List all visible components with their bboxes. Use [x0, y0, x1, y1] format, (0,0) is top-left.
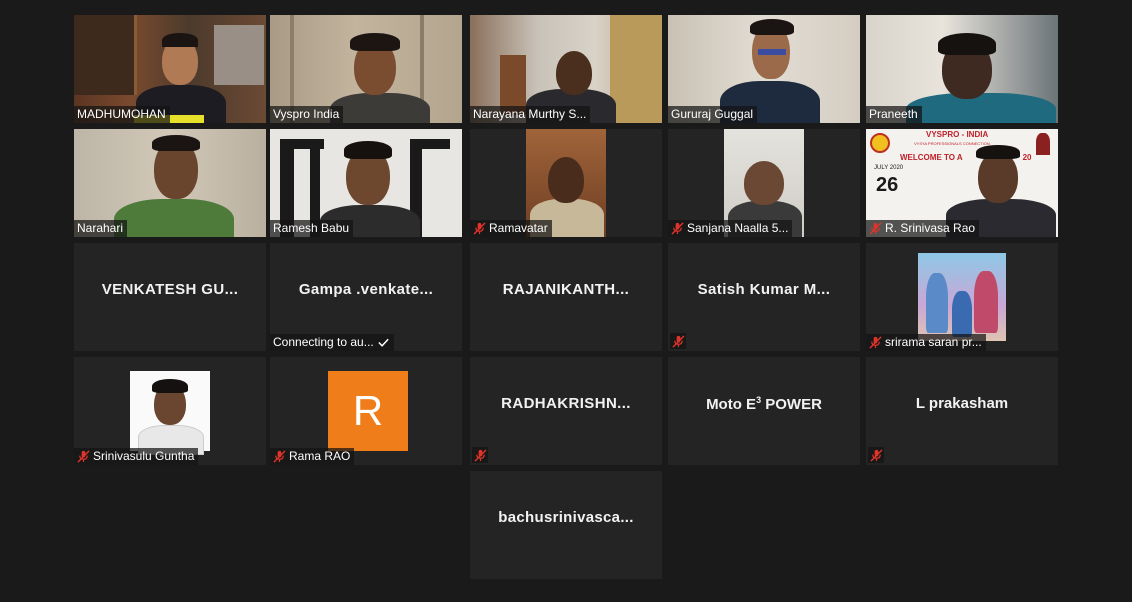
participant-name-label: Sanjana Naalla 5... [668, 220, 793, 237]
video-tile-gampa-venkatesh[interactable]: Gampa .venkate... Connecting to au... [270, 243, 462, 351]
video-tile-srirama-saran[interactable]: srirama saran pr... [866, 243, 1058, 351]
checkmark-icon [378, 338, 389, 347]
logo-emblem-icon [870, 133, 890, 153]
video-tile-narahari[interactable]: Narahari [74, 129, 266, 237]
participant-name-label: Narahari [74, 220, 128, 237]
participant-name-label: Narayana Murthy S... [470, 106, 591, 123]
participant-name-label: Srinivasulu Guntha [74, 448, 199, 465]
microphone-muted-icon [273, 450, 286, 463]
video-tile-vyspro-india[interactable]: Vyspro India [270, 15, 462, 123]
video-tile-moto-e3-power[interactable]: Moto E3 POWER [668, 357, 860, 465]
participant-name-label: Ramesh Babu [270, 220, 354, 237]
poster-sub-text: VYSYA PROFESSIONALS CONNECTION [914, 141, 990, 146]
video-tile-gururaj-guggal[interactable]: Gururaj Guggal [668, 15, 860, 123]
temple-icon [1036, 133, 1050, 155]
mute-indicator [868, 447, 884, 463]
microphone-muted-icon [473, 222, 486, 235]
microphone-muted-icon [869, 222, 882, 235]
participant-display-name: RADHAKRISHN... [501, 395, 631, 412]
participant-name-label: Gururaj Guggal [668, 106, 758, 123]
profile-picture [918, 253, 1006, 341]
participant-display-name: Satish Kumar M... [697, 281, 831, 298]
participant-name-label: MADHUMOHAN [74, 106, 170, 123]
video-tile-bachusrinivas[interactable]: bachusrinivasca... [470, 471, 662, 579]
video-tile-l-prakasham[interactable]: L prakasham [866, 357, 1058, 465]
video-tile-narayana-murthy[interactable]: Narayana Murthy S... [470, 15, 662, 123]
microphone-muted-icon [869, 448, 883, 462]
participant-display-name: Moto E3 POWER [706, 395, 822, 413]
mute-indicator [670, 333, 686, 349]
poster-org-text: VYSPRO - INDIA [926, 130, 989, 139]
video-tile-r-srinivasa-rao[interactable]: VYSPRO - INDIA VYSYA PROFESSIONALS CONNE… [866, 129, 1058, 237]
video-tile-rama-rao[interactable]: R Rama RAO [270, 357, 462, 465]
microphone-muted-icon [869, 336, 882, 349]
participant-display-name: VENKATESH GU... [101, 281, 239, 298]
participant-name-label: srirama saran pr... [866, 334, 986, 351]
microphone-muted-icon [473, 448, 487, 462]
avatar: R [328, 371, 408, 451]
participant-display-name: RAJANIKANTH... [502, 281, 630, 298]
connection-status-label: Connecting to au... [270, 334, 394, 351]
video-tile-praneeth[interactable]: Praneeth [866, 15, 1058, 123]
video-tile-madhumohan[interactable]: MADHUMOHAN [74, 15, 266, 123]
microphone-muted-icon [671, 222, 684, 235]
participant-display-name: L prakasham [915, 395, 1009, 412]
video-tile-venkatesh[interactable]: VENKATESH GU... [74, 243, 266, 351]
video-tile-satish-kumar[interactable]: Satish Kumar M... [668, 243, 860, 351]
microphone-muted-icon [77, 450, 90, 463]
video-tile-rajanikanth[interactable]: RAJANIKANTH... [470, 243, 662, 351]
video-tile-ramavatar[interactable]: Ramavatar [470, 129, 662, 237]
video-tile-srinivasulu-guntha[interactable]: Srinivasulu Guntha [74, 357, 266, 465]
microphone-muted-icon [671, 334, 685, 348]
video-tile-sanjana-naalla[interactable]: Sanjana Naalla 5... [668, 129, 860, 237]
profile-picture [130, 371, 210, 455]
poster-month: JULY 2020 [874, 165, 904, 171]
participant-name-label: Ramavatar [470, 220, 552, 237]
participant-display-name: bachusrinivasca... [498, 509, 634, 526]
participant-name-label: Rama RAO [270, 448, 355, 465]
poster-day: 26 [876, 174, 899, 196]
participant-name-label: R. Srinivasa Rao [866, 220, 980, 237]
video-tile-ramesh-babu[interactable]: Ramesh Babu [270, 129, 462, 237]
video-tile-radhakrishna[interactable]: RADHAKRISHN... [470, 357, 662, 465]
participant-display-name: Gampa .venkate... [298, 281, 434, 298]
mute-indicator [472, 447, 488, 463]
participant-name-label: Praneeth [866, 106, 922, 123]
participant-name-label: Vyspro India [270, 106, 344, 123]
